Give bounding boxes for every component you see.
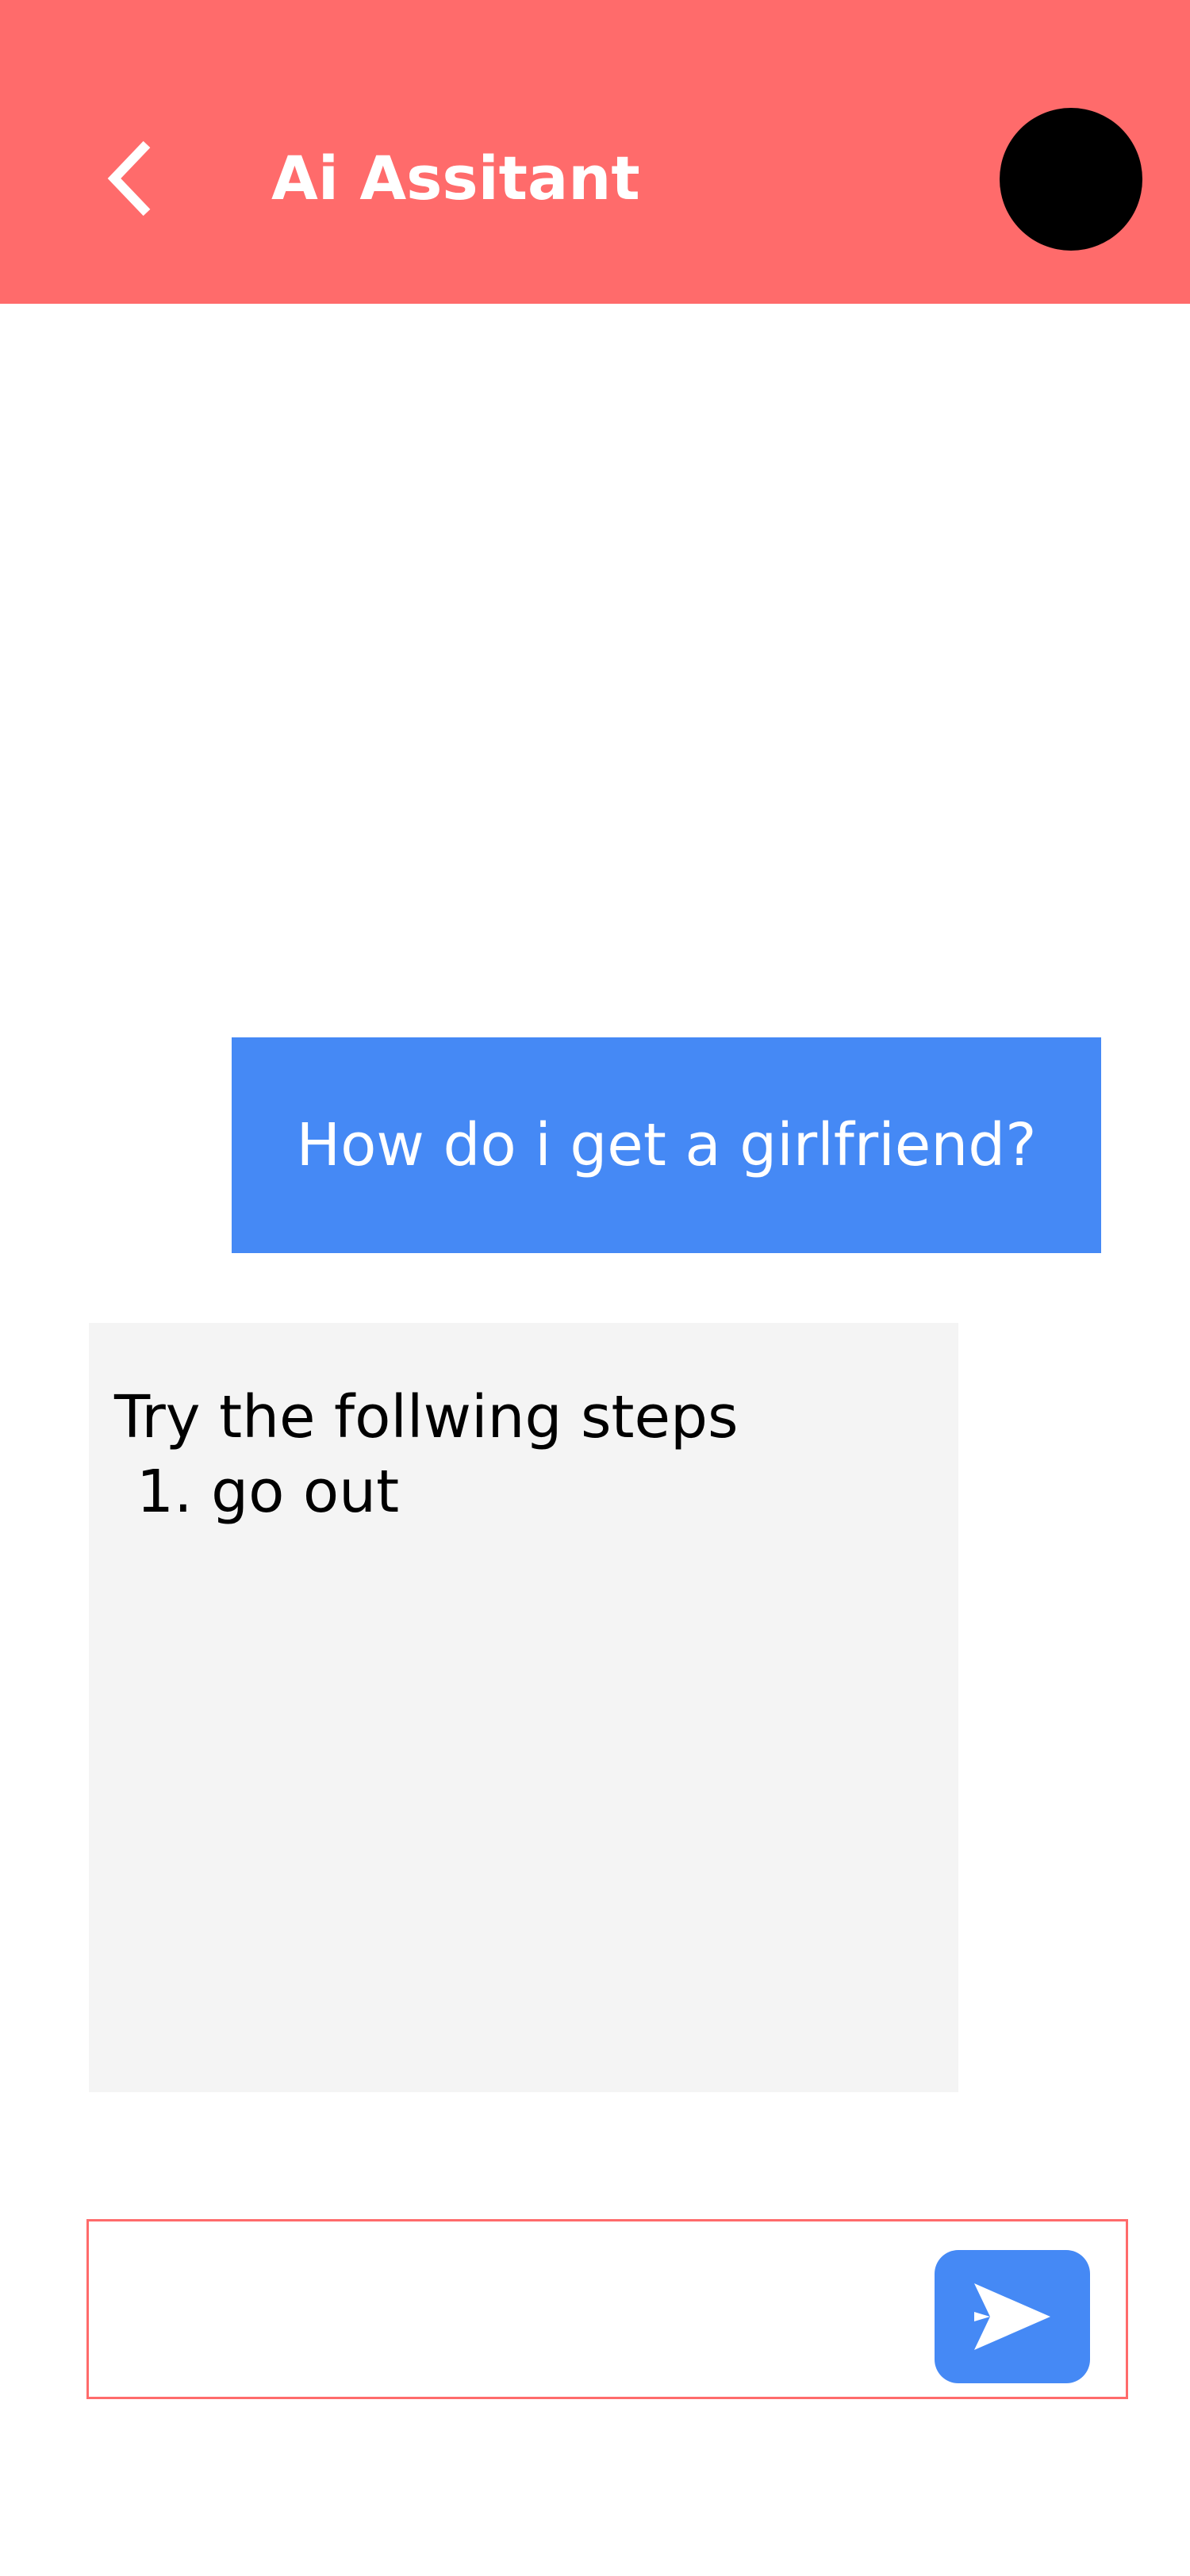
assistant-message-line: Try the follwing steps — [114, 1383, 739, 1451]
app-header: Ai Assitant — [0, 0, 1190, 304]
message-input[interactable] — [105, 2237, 933, 2382]
page-title: Ai Assitant — [271, 143, 640, 213]
back-button[interactable] — [87, 127, 175, 230]
send-icon — [974, 2283, 1050, 2350]
assistant-message-bubble: Try the follwing steps 1. go out — [89, 1323, 958, 2092]
chevron-left-icon — [107, 140, 151, 217]
user-message-text: How do i get a girlfriend? — [296, 1111, 1037, 1179]
user-message-bubble: How do i get a girlfriend? — [232, 1037, 1101, 1253]
message-composer — [86, 2219, 1128, 2399]
send-button[interactable] — [935, 2250, 1090, 2383]
avatar[interactable] — [1000, 108, 1142, 251]
assistant-message-step: 1. go out — [136, 1458, 400, 1526]
